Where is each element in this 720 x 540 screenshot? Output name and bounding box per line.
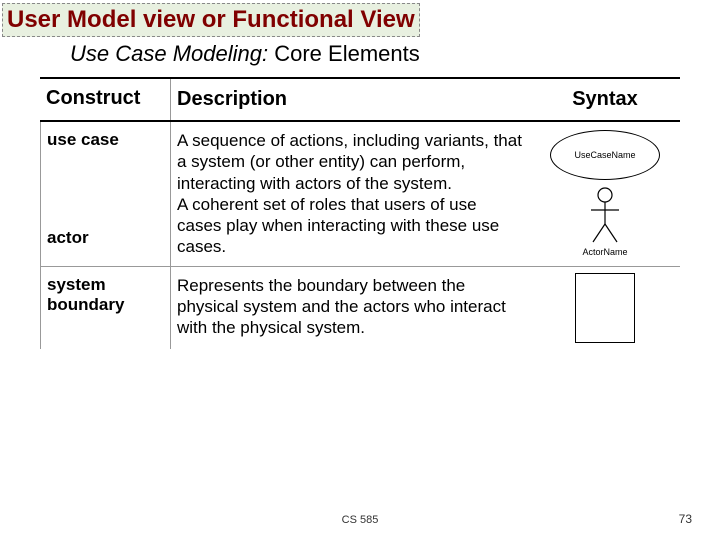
syntax-cell (530, 267, 680, 349)
actor-stick-figure-icon: ActorName (582, 186, 627, 257)
header-description: Description (170, 79, 530, 120)
usecase-ellipse-icon: UseCaseName (550, 130, 660, 180)
subtitle-rest: Core Elements (268, 41, 420, 66)
syntax-cell: UseCaseName ActorName (530, 122, 680, 266)
construct-usecase: use case (47, 130, 164, 150)
system-boundary-rect-icon (575, 273, 635, 343)
description-cell: A sequence of actions, including variant… (170, 122, 530, 266)
table-header: Construct Description Syntax (40, 79, 680, 122)
construct-actor: actor (47, 228, 164, 248)
elements-table: Construct Description Syntax use case ac… (40, 77, 680, 349)
description-cell: Represents the boundary between the phys… (170, 267, 530, 349)
table-row: system boundary Represents the boundary … (40, 267, 680, 349)
usecase-name-label: UseCaseName (574, 150, 635, 160)
construct-cell: use case actor (40, 122, 170, 266)
actor-name-label: ActorName (582, 247, 627, 257)
actor-icon (585, 186, 625, 246)
header-syntax: Syntax (530, 79, 680, 120)
slide-title: User Model view or Functional View (2, 3, 420, 37)
subtitle-italic: Use Case Modeling: (70, 41, 268, 66)
footer-course: CS 585 (342, 514, 379, 526)
slide-subtitle: Use Case Modeling: Core Elements (70, 41, 720, 67)
table-row: use case actor A sequence of actions, in… (40, 122, 680, 267)
construct-cell: system boundary (40, 267, 170, 349)
footer-page-number: 73 (679, 512, 692, 526)
header-construct: Construct (40, 79, 170, 120)
